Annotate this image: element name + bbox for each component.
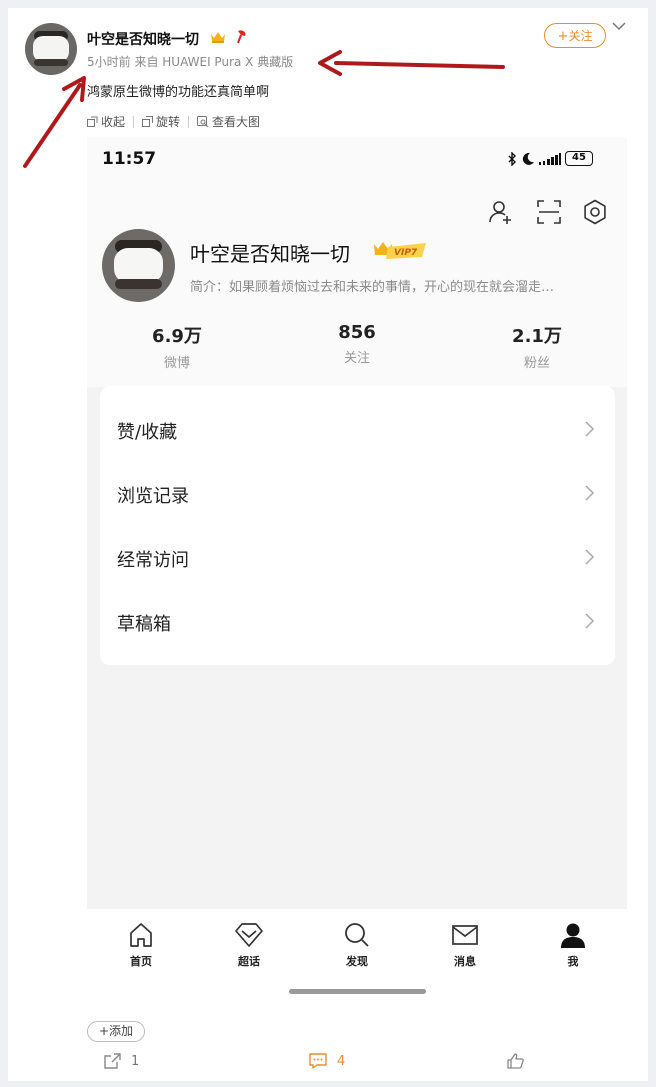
post-image-screenshot[interactable]: 11:57 45 叶空是否知晓一切 VIP7 简介：如果顾着烦恼过去和未来的事情… xyxy=(87,137,627,1002)
tab-home[interactable]: 首页 xyxy=(106,921,176,969)
settings-icon[interactable] xyxy=(582,199,608,225)
stat-followers[interactable]: 2.1万 粉丝 xyxy=(477,322,597,371)
menu-item-likes-favorites[interactable]: 赞/收藏 xyxy=(100,398,615,462)
tab-super-topic[interactable]: 超话 xyxy=(214,921,284,969)
comment-icon xyxy=(309,1053,327,1069)
profile-menu: 赞/收藏 浏览记录 经常访问 草稿箱 xyxy=(100,386,615,665)
post-meta: 5小时前 来自 HUAWEI Pura X 典藏版 xyxy=(87,55,294,69)
search-icon xyxy=(345,923,369,947)
post-text: 鸿蒙原生微博的功能还真简单啊 xyxy=(87,85,270,100)
home-indicator xyxy=(289,989,426,994)
profile-name: 叶空是否知晓一切 xyxy=(190,242,350,266)
battery-icon: 45 xyxy=(565,151,593,166)
status-time: 11:57 xyxy=(102,149,157,169)
chevron-right-icon xyxy=(585,421,595,437)
collapse-button[interactable]: 收起 xyxy=(87,113,125,130)
tab-me[interactable]: 我 xyxy=(538,921,608,969)
home-icon xyxy=(130,923,152,947)
svg-text:VIP7: VIP7 xyxy=(394,248,418,258)
tab-discover[interactable]: 发现 xyxy=(322,921,392,969)
bluetooth-icon xyxy=(508,151,516,166)
repost-button[interactable]: 1 xyxy=(104,1053,139,1069)
status-icons: 45 xyxy=(507,151,593,166)
add-friend-icon[interactable] xyxy=(488,199,514,225)
chevron-right-icon xyxy=(585,485,595,501)
divider xyxy=(133,115,135,128)
plus-icon: + xyxy=(557,29,569,44)
menu-item-frequent[interactable]: 经常访问 xyxy=(100,526,615,590)
scan-icon[interactable] xyxy=(536,199,562,225)
vip-badge-icon: VIP7 xyxy=(374,242,426,259)
magnify-icon xyxy=(197,116,209,127)
menu-item-drafts[interactable]: 草稿箱 xyxy=(100,590,615,654)
profile-bio: 简介：如果顾着烦恼过去和未来的事情，开心的现在就会溜走… xyxy=(190,280,555,295)
signal-icon xyxy=(539,152,561,165)
image-toolbar: 收起 旋转 查看大图 xyxy=(87,113,260,130)
add-tag-button[interactable]: +添加 xyxy=(87,1021,145,1042)
rotate-icon xyxy=(142,116,154,127)
chevron-right-icon xyxy=(585,549,595,565)
view-large-button[interactable]: 查看大图 xyxy=(197,113,260,130)
rotate-button[interactable]: 旋转 xyxy=(142,113,180,130)
moon-icon xyxy=(522,152,534,165)
collapse-icon xyxy=(87,116,98,127)
mail-icon xyxy=(452,925,478,945)
chevron-down-icon[interactable] xyxy=(611,19,627,33)
follow-button[interactable]: +关注 xyxy=(544,23,606,48)
tab-messages[interactable]: 消息 xyxy=(430,921,500,969)
stat-following[interactable]: 856 关注 xyxy=(297,322,417,366)
diamond-icon xyxy=(235,923,263,947)
comment-button[interactable]: 4 xyxy=(309,1053,345,1069)
user-icon xyxy=(561,923,585,948)
poster-avatar[interactable] xyxy=(25,23,77,75)
like-button[interactable] xyxy=(507,1053,534,1069)
stat-posts[interactable]: 6.9万 微博 xyxy=(117,322,237,371)
chevron-right-icon xyxy=(585,613,595,629)
menu-item-history[interactable]: 浏览记录 xyxy=(100,462,615,526)
crown-icon xyxy=(211,32,225,43)
profile-avatar[interactable] xyxy=(102,229,175,302)
badge-icon xyxy=(237,30,246,44)
thumbs-up-icon xyxy=(507,1053,524,1069)
poster-name[interactable]: 叶空是否知晓一切 xyxy=(87,29,199,49)
divider xyxy=(188,115,190,128)
share-icon xyxy=(104,1053,121,1069)
